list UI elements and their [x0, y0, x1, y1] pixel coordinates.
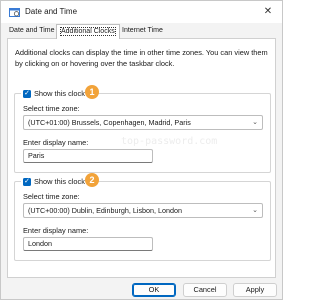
timezone-select-1[interactable]: (UTC+01:00) Brussels, Copenhagen, Madrid…	[23, 115, 263, 130]
close-icon: ✕	[263, 6, 273, 17]
timezone-select-2[interactable]: (UTC+00:00) Dublin, Edinburgh, Lisbon, L…	[23, 203, 263, 218]
show-clock-2-toggle[interactable]: ✓ Show this clock	[21, 176, 87, 187]
display-name-label-1: Enter display name:	[23, 138, 89, 147]
clock-group-1: ✓ Show this clock 1 Select time zone: (U…	[14, 85, 271, 173]
window-title: Date and Time	[25, 7, 78, 16]
cancel-button[interactable]: Cancel	[183, 283, 227, 297]
tab-date-and-time[interactable]: Date and Time	[5, 25, 59, 38]
step-badge-1: 1	[85, 85, 99, 99]
tab-additional-clocks[interactable]: Additional Clocks	[56, 24, 120, 39]
date-time-dialog: Date and Time ✕ Date and Time Additional…	[0, 0, 283, 300]
display-name-input-1[interactable]: Paris	[23, 149, 153, 163]
title-bar: Date and Time ✕	[1, 1, 282, 23]
step-badge-2: 2	[85, 173, 99, 187]
chevron-down-icon: ⌄	[252, 119, 258, 126]
tab-internet-time[interactable]: Internet Time	[118, 25, 167, 38]
clock-group-2: ✓ Show this clock 2 Select time zone: (U…	[14, 173, 271, 261]
checkbox-checked-icon[interactable]: ✓	[23, 177, 31, 186]
timezone-label-1: Select time zone:	[23, 104, 80, 113]
show-clock-1-toggle[interactable]: ✓ Show this clock	[21, 88, 87, 99]
timezone-label-2: Select time zone:	[23, 192, 80, 201]
apply-button[interactable]: Apply	[233, 283, 277, 297]
display-name-label-2: Enter display name:	[23, 226, 89, 235]
calendar-clock-icon	[9, 8, 20, 17]
intro-text: Additional clocks can display the time i…	[15, 48, 268, 68]
ok-button[interactable]: OK	[132, 283, 176, 297]
close-button[interactable]: ✕	[260, 4, 276, 20]
chevron-down-icon: ⌄	[252, 207, 258, 214]
checkbox-checked-icon[interactable]: ✓	[23, 89, 31, 98]
display-name-input-2[interactable]: London	[23, 237, 153, 251]
